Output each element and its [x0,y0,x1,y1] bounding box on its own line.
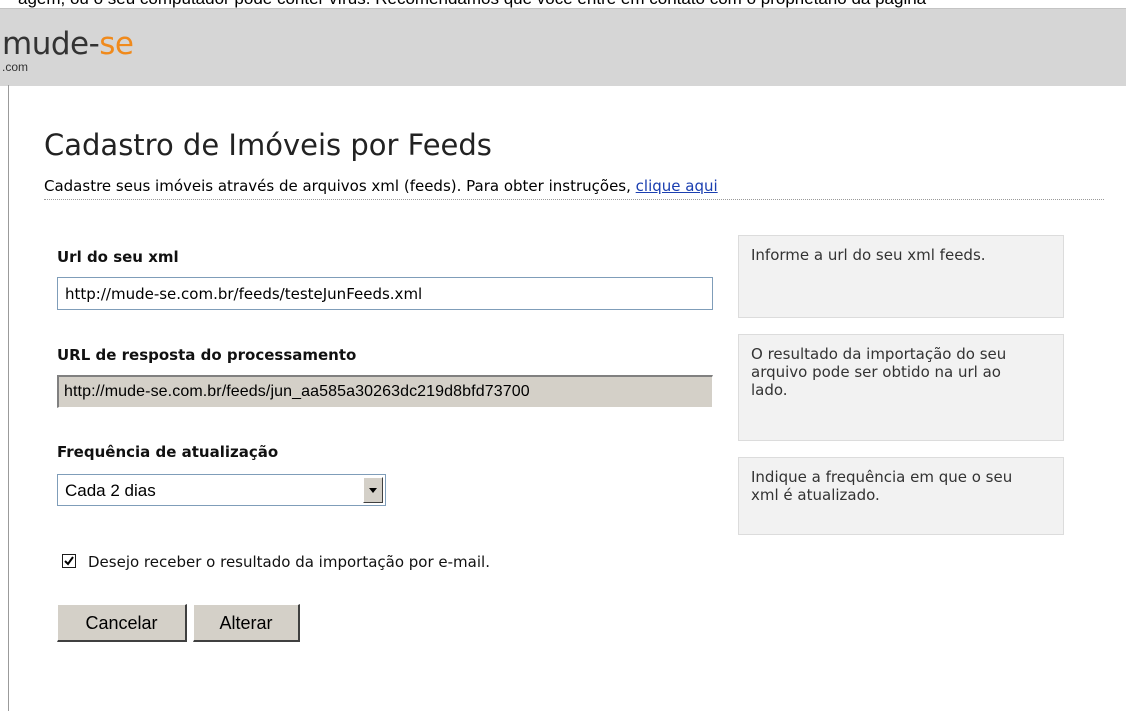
logo-tld: .com [2,60,29,74]
response-url-field[interactable]: http://mude-se.com.br/feeds/jun_aa585a30… [57,375,713,408]
response-url-hint: O resultado da importação do seu arquivo… [738,334,1064,441]
xml-url-input[interactable] [57,277,713,310]
top-notice-text: agem, ou o seu computador pode conter ví… [18,0,926,8]
site-logo[interactable]: mude-se .com [2,27,134,83]
alter-button[interactable]: Alterar [193,604,300,642]
email-result-label: Desejo receber o resultado da importação… [88,553,490,571]
frequency-selected-value: Cada 2 dias [65,481,156,500]
xml-url-hint: Informe a url do seu xml feeds. [738,235,1064,318]
page-subtitle: Cadastre seus imóveis através de arquivo… [44,176,1104,200]
logo-accent: se [99,26,134,62]
frequency-select[interactable]: Cada 2 dias [57,474,386,506]
page-title: Cadastro de Imóveis por Feeds [44,128,492,162]
email-result-checkbox[interactable] [62,554,76,568]
xml-url-label: Url do seu xml [57,248,179,266]
frequency-label: Frequência de atualização [57,443,279,461]
cancel-button[interactable]: Cancelar [57,604,187,642]
instructions-link[interactable]: clique aqui [636,177,718,195]
top-notice-fragment: agem, ou o seu computador pode conter ví… [0,0,1126,8]
left-border [8,85,9,711]
dropdown-arrow-icon[interactable] [363,477,383,503]
response-url-label: URL de resposta do processamento [57,346,357,364]
subtitle-text: Cadastre seus imóveis através de arquivo… [44,177,631,195]
frequency-hint: Indique a frequência em que o seu xml é … [738,457,1064,535]
site-header: mude-se .com [0,8,1126,86]
logo-word: mude- [2,26,100,62]
